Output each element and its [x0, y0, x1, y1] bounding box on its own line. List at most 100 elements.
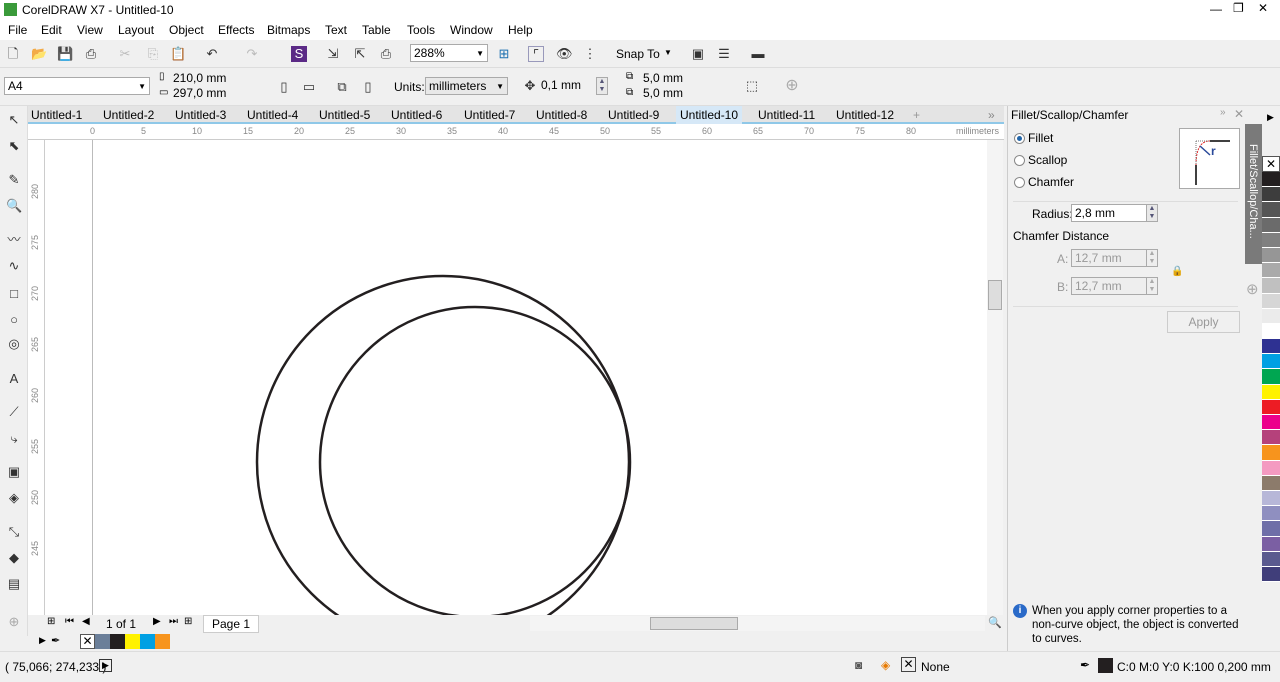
nudge-distance-field[interactable]: 0,1 mm	[538, 77, 594, 95]
add-page-before-icon[interactable]: ⊞	[47, 616, 55, 627]
tab-untitled-3[interactable]: Untitled-3	[175, 108, 226, 122]
palette-scroll-icon[interactable]: ▶	[1267, 112, 1274, 123]
add-docker-icon[interactable]: ⊕	[1246, 280, 1259, 298]
redo-icon[interactable]: ↷	[244, 46, 260, 62]
tab-untitled-11[interactable]: Untitled-11	[758, 108, 815, 122]
text-tool-icon[interactable]: A	[6, 371, 22, 387]
page-height-field[interactable]: 297,0 mm	[170, 86, 242, 101]
color-swatch[interactable]	[95, 634, 110, 649]
chamfer-b-spinner[interactable]: ▲ ▼	[1146, 277, 1158, 295]
color-swatch[interactable]	[1262, 566, 1280, 583]
page-size-select[interactable]: A4 ▼	[4, 77, 150, 95]
ellipse-tool-icon[interactable]: ○	[6, 312, 22, 328]
close-button[interactable]: ✕	[1258, 1, 1268, 15]
page-width-field[interactable]: 210,0 mm	[170, 71, 242, 86]
chamfer-radio[interactable]	[1014, 177, 1025, 188]
color-swatch[interactable]	[1262, 354, 1280, 370]
large-circle[interactable]	[255, 274, 631, 615]
radius-spinner[interactable]: ▲ ▼	[1146, 204, 1158, 222]
color-swatch[interactable]	[1262, 202, 1280, 218]
cut-icon[interactable]: ✂	[117, 46, 133, 62]
copy-icon[interactable]: ⎘	[145, 46, 161, 62]
current-page-icon[interactable]: ▯	[360, 79, 376, 95]
drop-shadow-tool-icon[interactable]: ▣	[6, 464, 22, 480]
tab-untitled-4[interactable]: Untitled-4	[247, 108, 298, 122]
menu-tools[interactable]: Tools	[407, 23, 435, 37]
no-color-swatch[interactable]: ✕	[80, 634, 95, 649]
artistic-media-icon[interactable]: ∿	[6, 258, 22, 274]
paste-icon[interactable]: 📋	[170, 46, 186, 62]
tab-untitled-12[interactable]: Untitled-12	[836, 108, 894, 122]
search-content-icon[interactable]: S	[291, 46, 307, 62]
nudge-spinner[interactable]: ▲ ▼	[596, 77, 608, 95]
new-icon[interactable]: 🗋	[5, 46, 21, 62]
color-swatch[interactable]	[1262, 293, 1280, 309]
menu-table[interactable]: Table	[362, 23, 391, 37]
show-rulers-icon[interactable]: ⌜	[528, 46, 544, 62]
vertical-scroll-thumb[interactable]	[988, 280, 1002, 310]
small-circle[interactable]	[318, 305, 632, 615]
next-page-icon[interactable]: ▶	[153, 616, 161, 627]
tab-untitled-8[interactable]: Untitled-8	[536, 108, 587, 122]
color-swatch[interactable]	[1262, 384, 1280, 400]
scallop-radio[interactable]	[1014, 155, 1025, 166]
tab-untitled-2[interactable]: Untitled-2	[103, 108, 154, 122]
color-swatch[interactable]	[1262, 475, 1280, 491]
drawing-canvas[interactable]	[45, 140, 1003, 615]
tab-scroll-icon[interactable]: »	[988, 108, 995, 122]
color-swatch[interactable]	[1262, 232, 1280, 248]
lock-icon[interactable]: 🔒	[1171, 266, 1183, 277]
color-swatch[interactable]	[1262, 278, 1280, 294]
tab-untitled-7[interactable]: Untitled-7	[464, 108, 515, 122]
pick-tool-icon[interactable]: ↖	[6, 112, 22, 128]
shape-tool-icon[interactable]: ⬉	[6, 138, 22, 154]
palette-expand-icon[interactable]: ▶	[39, 635, 46, 646]
freehand-tool-icon[interactable]: 〰	[6, 232, 22, 248]
menu-object[interactable]: Object	[169, 23, 204, 37]
welcome-screen-icon[interactable]: ▣	[690, 46, 706, 62]
color-swatch[interactable]	[1262, 339, 1280, 355]
page-tab[interactable]: Page 1	[203, 615, 260, 633]
restore-button[interactable]: ❐	[1233, 1, 1244, 15]
chamfer-a-spinner[interactable]: ▲ ▼	[1146, 249, 1158, 267]
apply-button[interactable]: Apply	[1167, 311, 1240, 333]
status-expand-icon[interactable]: ▶	[99, 659, 112, 672]
polygon-tool-icon[interactable]: ◎	[6, 336, 22, 352]
color-swatch[interactable]	[1262, 551, 1280, 567]
menu-view[interactable]: View	[77, 23, 103, 37]
color-swatch[interactable]	[1262, 490, 1280, 507]
application-launcher-icon[interactable]: ▬	[750, 46, 766, 62]
connector-tool-icon[interactable]: ⤷	[6, 431, 22, 447]
docker-side-tab[interactable]: Fillet/Scallop/Cha...	[1245, 124, 1262, 264]
vertical-scrollbar[interactable]	[987, 140, 1003, 615]
color-swatch[interactable]	[1262, 399, 1280, 415]
color-swatch[interactable]	[1262, 369, 1280, 385]
fillet-radio[interactable]	[1014, 133, 1025, 144]
color-swatch[interactable]	[1262, 263, 1280, 279]
options-icon[interactable]: ☰	[716, 46, 732, 62]
transparency-tool-icon[interactable]: ◈	[6, 490, 22, 506]
treat-as-filled-icon[interactable]: ⬚	[744, 78, 760, 94]
open-icon[interactable]: 📂	[31, 46, 47, 62]
color-swatch[interactable]	[1262, 415, 1280, 431]
print-icon[interactable]: ⎙	[83, 46, 99, 62]
radius-field[interactable]: 2,8 mm	[1071, 204, 1153, 222]
menu-layout[interactable]: Layout	[118, 23, 154, 37]
tab-untitled-6[interactable]: Untitled-6	[391, 108, 442, 122]
docker-expand-icon[interactable]: »	[1220, 107, 1226, 118]
color-swatch[interactable]	[1262, 460, 1280, 476]
previous-page-icon[interactable]: ◀	[82, 616, 90, 627]
tab-untitled-5[interactable]: Untitled-5	[319, 108, 370, 122]
color-swatch[interactable]	[1262, 247, 1280, 264]
menu-text[interactable]: Text	[325, 23, 347, 37]
portrait-icon[interactable]: ▯	[276, 79, 292, 95]
undo-icon[interactable]: ↶	[204, 46, 220, 62]
color-swatch[interactable]	[110, 634, 125, 649]
full-screen-preview-icon[interactable]: ⊞	[496, 46, 512, 62]
import-icon[interactable]: ⇲	[325, 46, 341, 62]
horizontal-scroll-thumb[interactable]	[650, 617, 738, 630]
dimension-tool-icon[interactable]: ⟋	[6, 404, 22, 420]
menu-file[interactable]: File	[8, 23, 27, 37]
rectangle-tool-icon[interactable]: □	[6, 286, 22, 302]
duplicate-y-field[interactable]: 5,0 mm	[640, 86, 706, 101]
